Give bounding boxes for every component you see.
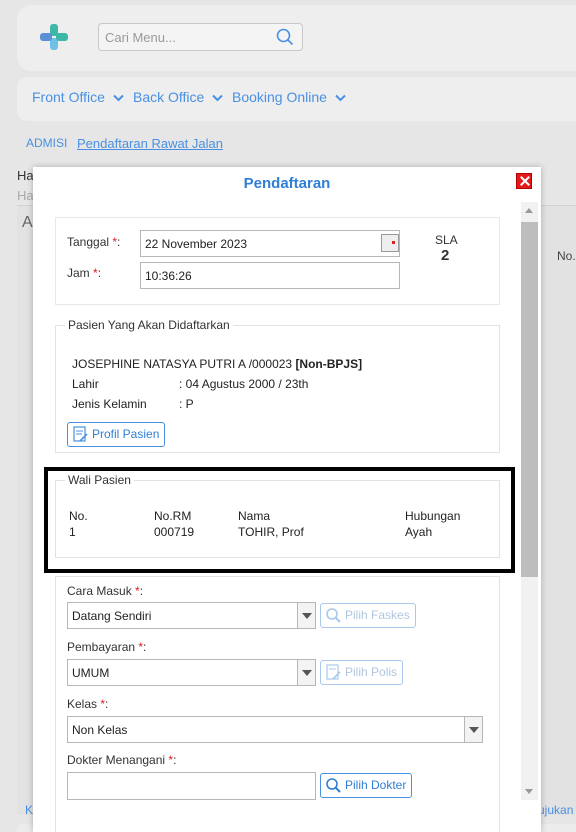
chevron-down-icon [113, 95, 124, 102]
bg-label-a: A [22, 214, 33, 231]
top-bar: Cari Menu... [17, 5, 576, 71]
document-edit-icon [326, 664, 341, 680]
cara-masuk-label: Cara Masuk *: [67, 584, 144, 598]
profil-pasien-button[interactable]: Profil Pasien [67, 422, 166, 447]
jam-value: 10:36:26 [145, 269, 192, 283]
tanggal-field[interactable]: 22 November 2023 [140, 230, 400, 257]
pilih-dokter-button[interactable]: Pilih Dokter [320, 773, 413, 798]
dokter-label: Dokter Menangani *: [67, 753, 177, 767]
pembayaran-label: Pembayaran *: [67, 640, 147, 654]
kelas-label: Kelas *: [67, 697, 109, 711]
cara-masuk-select[interactable]: Datang Sendiri [67, 602, 316, 629]
search-icon [326, 608, 341, 623]
jenis-kelamin-label: Jenis Kelamin [72, 397, 147, 411]
pilih-faskes-label: Pilih Faskes [345, 608, 410, 622]
nav-booking-online-label: Booking Online [232, 89, 327, 105]
sla-label: SLA [435, 233, 458, 247]
modal-title: Pendaftaran [243, 175, 331, 192]
search-placeholder: Cari Menu... [105, 30, 176, 45]
scroll-down-icon[interactable] [525, 789, 533, 794]
search-icon[interactable] [276, 28, 294, 46]
calendar-icon[interactable] [381, 234, 399, 252]
pilih-dokter-label: Pilih Dokter [345, 778, 407, 792]
kelas-value: Non Kelas [72, 723, 128, 737]
nav-front-office-label: Front Office [32, 89, 105, 105]
nav-back-office[interactable]: Back Office [133, 89, 223, 105]
nav-front-office[interactable]: Front Office [32, 89, 124, 105]
close-icon[interactable] [516, 173, 532, 189]
bg-label-ha2: Ha [17, 188, 34, 203]
cara-masuk-value: Datang Sendiri [72, 609, 152, 623]
nav-back-office-label: Back Office [133, 89, 205, 105]
jam-field[interactable]: 10:36:26 [140, 262, 400, 289]
app-logo-icon [40, 24, 68, 50]
jenis-kelamin-value: : P [179, 397, 194, 411]
tanggal-label: Tanggal *: [67, 235, 121, 249]
patient-status: [Non-BPJS] [295, 357, 363, 371]
lahir-value: : 04 Agustus 2000 / 23th [179, 377, 309, 391]
chevron-down-icon[interactable] [464, 717, 482, 742]
chevron-down-icon [212, 95, 223, 102]
pilih-polis-label: Pilih Polis [345, 665, 398, 679]
chevron-down-icon[interactable] [297, 660, 315, 685]
breadcrumb-page[interactable]: Pendaftaran Rawat Jalan [77, 136, 223, 151]
kelas-select[interactable]: Non Kelas [67, 716, 483, 743]
bg-footer-tujukan: ujukan [538, 803, 574, 817]
scroll-up-icon[interactable] [525, 208, 533, 213]
jam-label: Jam *: [67, 266, 102, 280]
pasien-legend: Pasien Yang Akan Didaftarkan [65, 318, 233, 332]
modal-scrollbar[interactable] [521, 202, 538, 800]
chevron-down-icon [335, 95, 346, 102]
chevron-down-icon[interactable] [297, 603, 315, 628]
lahir-label: Lahir [72, 377, 99, 391]
profil-pasien-label: Profil Pasien [92, 427, 160, 441]
search-input[interactable]: Cari Menu... [98, 23, 303, 51]
dokter-field[interactable] [67, 772, 316, 800]
main-nav: Front Office Back Office Booking Online [17, 77, 576, 121]
pembayaran-value: UMUM [72, 666, 110, 680]
bg-footer-k: K [25, 803, 34, 817]
sla-value: 2 [441, 247, 450, 264]
bg-label-ha: Ha [17, 168, 34, 183]
tanggal-value: 22 November 2023 [145, 237, 248, 251]
pembayaran-select[interactable]: UMUM [67, 659, 316, 686]
highlight-box [44, 467, 515, 573]
pilih-polis-button[interactable]: Pilih Polis [320, 660, 404, 685]
document-edit-icon [73, 426, 88, 442]
nav-booking-online[interactable]: Booking Online [232, 89, 346, 105]
breadcrumb-section[interactable]: ADMISI [26, 136, 67, 150]
pilih-faskes-button[interactable]: Pilih Faskes [320, 603, 416, 628]
patient-name-line: JOSEPHINE NATASYA PUTRI A /000023 [Non-B… [72, 357, 363, 371]
search-icon [326, 778, 341, 793]
bg-col-no: No. [557, 249, 576, 263]
scrollbar-thumb[interactable] [521, 222, 538, 577]
